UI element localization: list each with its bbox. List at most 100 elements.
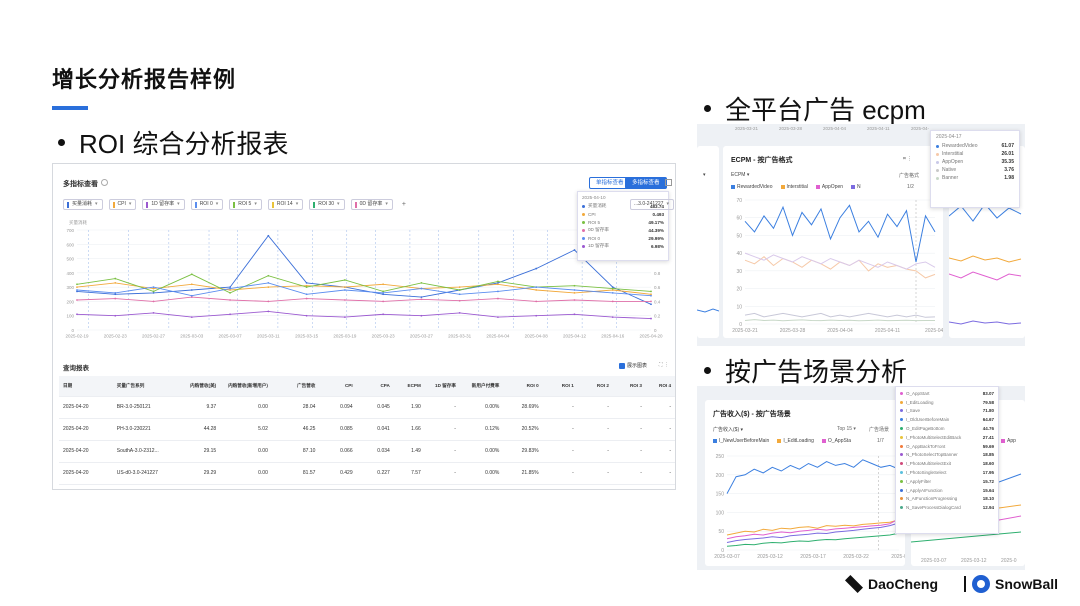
x-tick-label: 2025-03-27 bbox=[410, 334, 434, 339]
data-point bbox=[343, 286, 346, 289]
help-icon[interactable] bbox=[101, 179, 108, 186]
table-row[interactable]: 2025-04-20 US-d0-3.0-241227 29.29 0.00 81.57… bbox=[59, 461, 675, 484]
y-tick-label: 600 bbox=[66, 242, 74, 247]
table-header-row: 日期 买量广告系列 内购营收(美) 内购营收(新增用户) 广告营收 CPI CPA ECPM 1… bbox=[59, 376, 675, 396]
table-header-cell[interactable]: 内购营收(美) bbox=[174, 376, 221, 396]
ad-format-filter[interactable]: 广告格式 bbox=[899, 172, 919, 179]
show-chart-toggle[interactable]: 展示图表 bbox=[619, 362, 647, 369]
table-header-cell[interactable]: 日期 bbox=[59, 376, 113, 396]
data-point bbox=[114, 297, 117, 300]
report-table: 日期 买量广告系列 内购营收(美) 内购营收(新增用户) 广告营收 CPI CPA ECPM 1… bbox=[59, 376, 675, 489]
tooltip-series-name: RewardedVideo bbox=[942, 143, 978, 149]
legend-item[interactable]: I_EditLoading bbox=[777, 438, 814, 444]
data-point bbox=[305, 314, 308, 317]
data-point bbox=[535, 289, 538, 291]
legend-item[interactable]: Interstitial bbox=[780, 184, 808, 190]
table-header-cell[interactable]: 广告营收 bbox=[271, 376, 320, 396]
data-point bbox=[611, 287, 614, 290]
table-header-cell[interactable]: CPA bbox=[356, 376, 394, 396]
tooltip-series-value: 71.80 bbox=[982, 408, 994, 414]
tooltip-series-value: 44.76 bbox=[982, 426, 994, 432]
table-header-cell[interactable]: 1D 留存率 bbox=[424, 376, 460, 396]
section-heading-ecpm-text: 全平台广告 ecpm bbox=[725, 95, 926, 125]
table-cell: - bbox=[577, 417, 613, 440]
legend-item[interactable]: I_NewUserBeforeMain bbox=[713, 438, 769, 444]
metric-select-label: ROI 30 bbox=[318, 201, 335, 207]
tooltip-series-value: 0.493 bbox=[652, 211, 665, 217]
scene-metric-select[interactable]: 广告收入($) ▾ bbox=[713, 426, 743, 433]
legend-swatch bbox=[821, 439, 826, 443]
table-cell: 0.085 bbox=[319, 417, 357, 440]
tooltip-series-name: I_PhotoMultiSelectEditBack bbox=[906, 434, 962, 440]
ecpm-metric-select[interactable]: ECPM ▾ bbox=[731, 172, 749, 178]
ecpm-line-chart: 0102030405060702025-03-21 2025-03-28 2025-… bbox=[732, 198, 943, 334]
campaign-select[interactable]: ...3.0-241227 ▾ bbox=[630, 199, 674, 210]
x-tick-label: 2025-03-17 bbox=[800, 554, 826, 560]
metric-color-swatch bbox=[194, 201, 197, 208]
right-series-line-2 bbox=[949, 271, 1022, 281]
ecpm-card-toolbar[interactable]: ⌗ ⋮ bbox=[903, 156, 912, 162]
table-header-cell[interactable]: ECPM bbox=[393, 376, 425, 396]
legend-item: App bbox=[1001, 438, 1016, 444]
table-header-cell[interactable]: 新用户付费率 bbox=[459, 376, 504, 396]
table-header-cell[interactable]: ROI 3 bbox=[612, 376, 646, 396]
metric-select-6[interactable]: ROI 30 ▾ bbox=[309, 199, 345, 210]
metric-select-7[interactable]: 0D 留存率 ▾ bbox=[350, 199, 393, 210]
slide-title: 增长分析报告样例 bbox=[52, 67, 237, 92]
table-row[interactable]: 2025-04-19BR-3.0-25012119.964.9948.180.0… bbox=[59, 483, 675, 489]
metric-select-4[interactable]: ROI 5 ▾ bbox=[229, 199, 262, 210]
table-cell: - bbox=[645, 439, 675, 462]
legend-label: I_NewUserBeforeMain bbox=[719, 438, 770, 444]
tooltip-series-name: 1D 留存率 bbox=[588, 243, 609, 248]
table-header-cell[interactable]: ROI 1 bbox=[542, 376, 578, 396]
table-cell: 19.96 bbox=[174, 483, 221, 489]
tooltip-series-value: 83.07 bbox=[982, 390, 994, 396]
legend-pager[interactable]: 1/2 bbox=[907, 184, 914, 190]
data-point bbox=[420, 298, 423, 301]
multi-metric-button[interactable]: 多指标查看 bbox=[625, 177, 667, 189]
metric-select-5[interactable]: ROI 14 ▾ bbox=[267, 199, 304, 210]
table-header-cell[interactable]: 内购营收(新增用户) bbox=[220, 376, 272, 396]
table-row[interactable]: 2025-04-20 SouthA-3.0-2312... 29.15 0.00 87.… bbox=[59, 439, 675, 462]
table-cell: 9.37 bbox=[174, 395, 221, 418]
table-cell: 29.29 bbox=[174, 461, 221, 484]
y-tick-label: 200 bbox=[66, 299, 74, 304]
table-header-cell[interactable]: CPI bbox=[319, 376, 357, 396]
metric-select-1[interactable]: CPI ▾ bbox=[108, 199, 137, 210]
top-n-select[interactable]: Top 15 ▾ bbox=[837, 426, 856, 432]
table-header-cell[interactable]: ROI 2 bbox=[577, 376, 613, 396]
data-point bbox=[267, 310, 270, 313]
checkbox-icon[interactable] bbox=[619, 362, 625, 369]
tooltip-series-value: 61.07 bbox=[1001, 143, 1014, 149]
data-point bbox=[535, 286, 538, 289]
series-dot-icon bbox=[900, 444, 903, 448]
legend-item[interactable]: RewardedVideo bbox=[731, 184, 773, 190]
metric-color-swatch bbox=[146, 201, 149, 208]
x-tick-label: 2025-04-04 bbox=[486, 334, 510, 339]
table-cell: 48.18 bbox=[271, 483, 320, 489]
legend-item[interactable]: AppOpen bbox=[815, 184, 843, 190]
legend-item[interactable]: N bbox=[851, 184, 861, 190]
table-cell: 1.90 bbox=[393, 395, 425, 418]
table-header-cell[interactable]: ROI 4 bbox=[645, 376, 675, 396]
report-toolbar-icons[interactable]: ⛶ ⋮ bbox=[659, 362, 669, 368]
scene-legend-pager[interactable]: 1/7 bbox=[877, 438, 884, 444]
x-tick-label: 2025-04-04 bbox=[827, 328, 853, 334]
right-y-tick-label: 0.8 bbox=[654, 271, 661, 276]
scene-filter[interactable]: 广告场景 bbox=[869, 426, 889, 433]
table-header-cell[interactable]: ROI 0 bbox=[503, 376, 543, 396]
legend-item[interactable]: O_AppSta bbox=[821, 438, 851, 444]
brand-divider bbox=[964, 576, 966, 592]
metric-select-3[interactable]: ROI 0 ▾ bbox=[190, 199, 224, 210]
chevron-down-icon: ▾ bbox=[215, 201, 219, 207]
add-metric-button[interactable]: + bbox=[399, 199, 410, 210]
expand-icon[interactable] bbox=[665, 179, 672, 186]
table-header-cell[interactable]: 买量广告系列 bbox=[112, 376, 175, 396]
table-cell: 5.02 bbox=[220, 417, 272, 440]
metric-select-2[interactable]: 1D 留存率 ▾ bbox=[142, 199, 185, 210]
table-row[interactable]: 2025-04-20 BR-3.0-250121 9.37 0.00 28.04 0.09… bbox=[59, 395, 675, 418]
table-cell: 81.57 bbox=[271, 461, 320, 484]
table-row[interactable]: 2025-04-20 PH-3.0-230221 44.28 5.02 46.25 0.0… bbox=[59, 417, 675, 440]
metric-select-label: 0D 留存率 bbox=[359, 201, 383, 207]
metric-select-0[interactable]: 买量消耗 ▾ bbox=[63, 199, 103, 210]
